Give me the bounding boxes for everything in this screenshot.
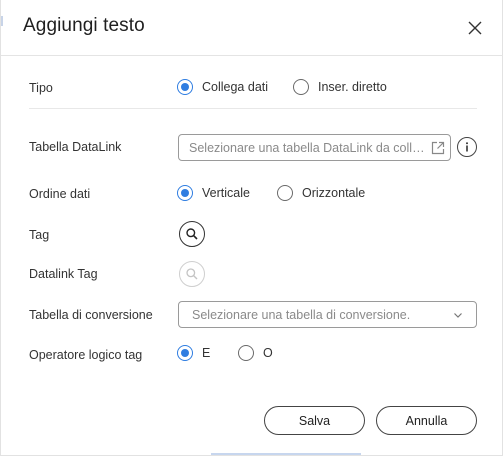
tag-label: Tag [29,228,50,242]
cancel-button[interactable]: Annulla [376,406,477,435]
ordine-dati-label: Ordine dati [29,187,91,201]
radio-o-label: O [263,346,273,360]
external-link-icon[interactable] [426,136,450,160]
radio-indicator [238,345,254,361]
radio-collega-dati[interactable]: Collega dati [177,79,268,95]
save-button[interactable]: Salva [264,406,365,435]
datalink-table-placeholder: Selezionare una tabella DataLink da coll… [189,140,426,155]
background-edge-bottom [211,453,361,455]
radio-verticale[interactable]: Verticale [177,185,250,201]
radio-indicator-selected [177,79,193,95]
tipo-label: Tipo [29,81,53,95]
search-icon [186,268,198,280]
conversion-table-label: Tabella di conversione [29,308,153,322]
close-button[interactable] [463,16,487,40]
operatore-label: Operatore logico tag [29,348,143,362]
radio-inser-diretto-label: Inser. diretto [318,80,387,94]
datalink-table-label: Tabella DataLink [29,140,122,154]
dialog-title: Aggiungi testo [23,15,145,36]
background-edge-left [1,16,3,26]
chevron-down-icon [446,303,470,327]
radio-inser-diretto[interactable]: Inser. diretto [293,79,387,95]
radio-indicator [293,79,309,95]
radio-o[interactable]: O [238,345,273,361]
info-button[interactable] [457,137,477,157]
search-icon [186,228,198,240]
radio-orizzontale-label: Orizzontale [302,186,366,200]
section-divider [29,108,477,109]
close-icon [468,21,482,35]
radio-orizzontale[interactable]: Orizzontale [277,185,365,201]
radio-indicator-selected [177,345,193,361]
datalink-tag-search-button [179,261,205,287]
tag-search-button[interactable] [179,221,205,247]
radio-indicator-selected [177,185,193,201]
add-text-dialog: Aggiungi testo Tipo Collega dati Inser. … [0,0,503,456]
info-icon [466,142,468,152]
radio-e[interactable]: E [177,345,210,361]
radio-e-label: E [202,346,211,360]
radio-collega-dati-label: Collega dati [202,80,269,94]
radio-verticale-label: Verticale [202,186,250,200]
conversion-table-placeholder: Selezionare una tabella di conversione. [192,307,411,322]
conversion-table-select[interactable]: Selezionare una tabella di conversione. [178,301,477,328]
header-divider [1,55,503,56]
radio-indicator [277,185,293,201]
datalink-tag-label: Datalink Tag [29,267,98,281]
datalink-table-input[interactable]: Selezionare una tabella DataLink da coll… [178,134,451,161]
